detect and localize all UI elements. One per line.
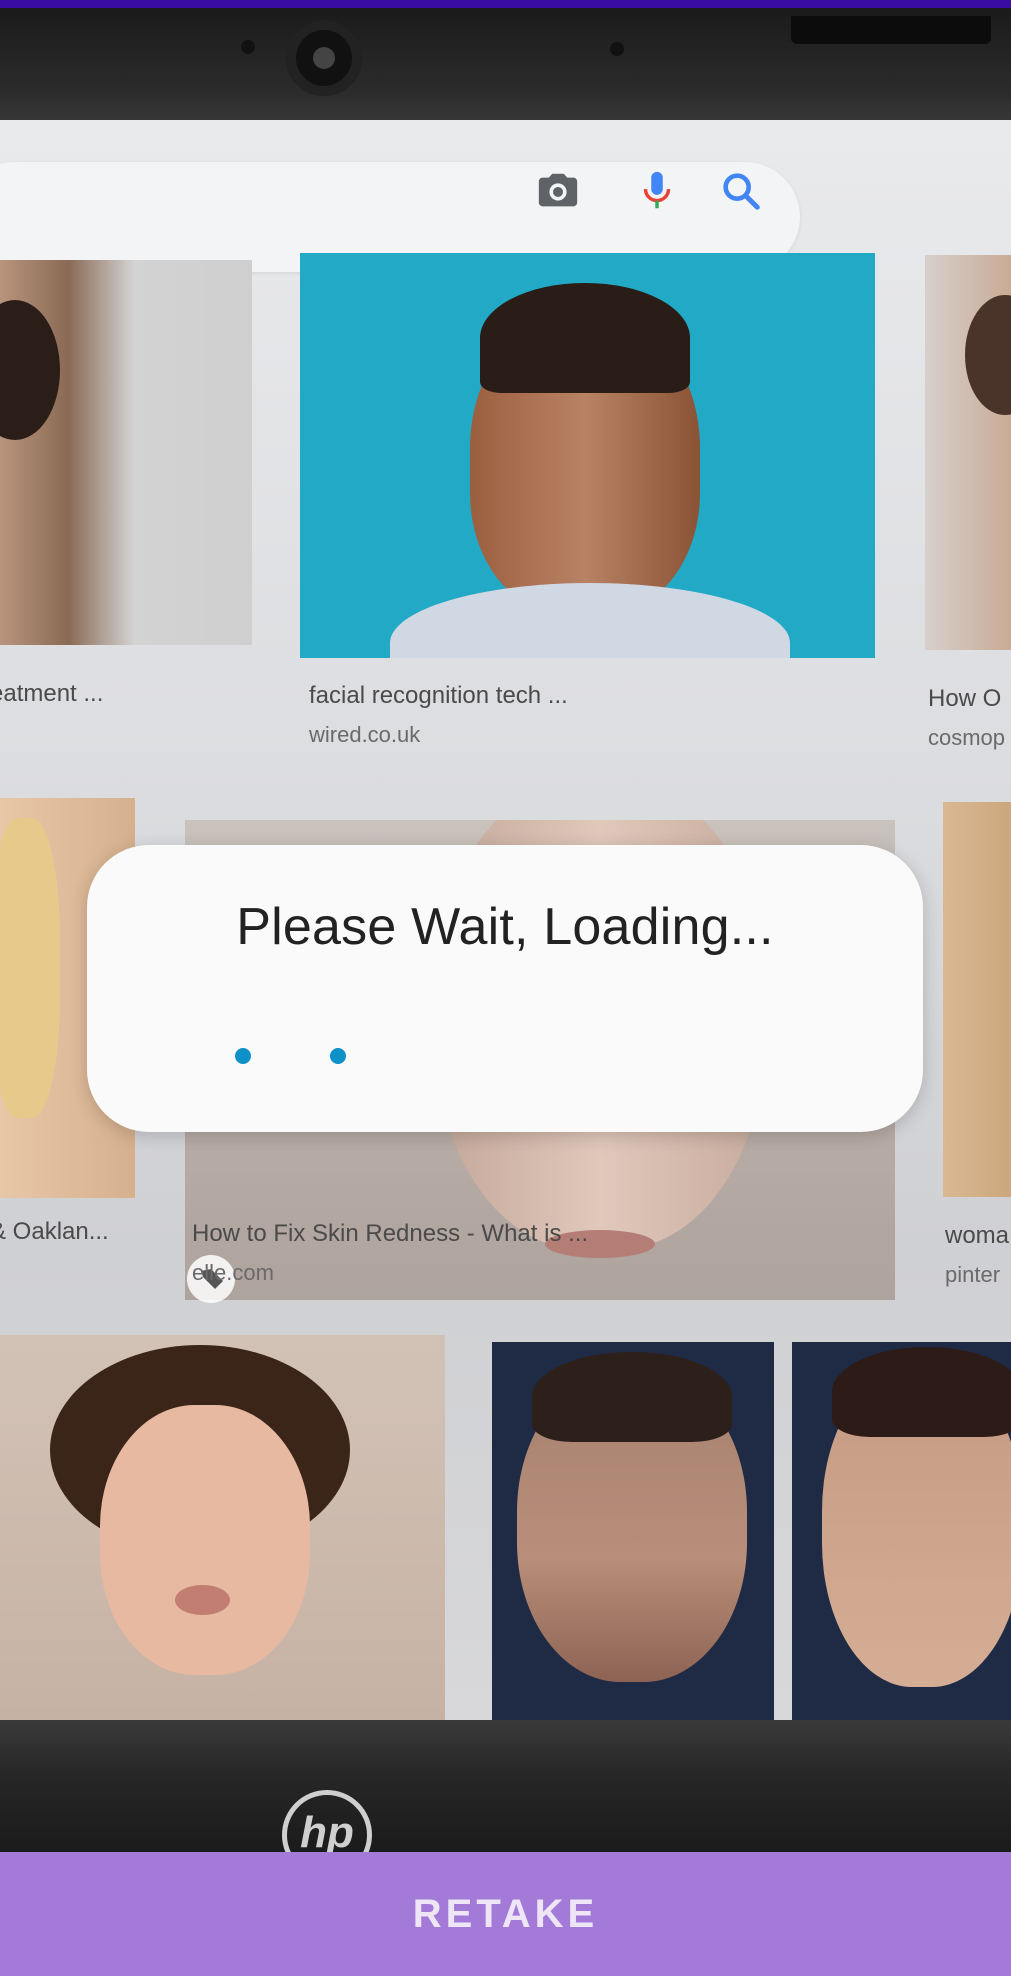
retake-button[interactable]: RETAKE bbox=[0, 1852, 1011, 1976]
status-bar bbox=[0, 0, 1011, 8]
result-caption: & Oaklan... bbox=[0, 1218, 109, 1245]
result-thumbnail bbox=[792, 1342, 1011, 1722]
camera-capture-screen: eatment ... facial recognition tech ... … bbox=[0, 0, 1011, 1976]
result-thumbnail bbox=[943, 802, 1011, 1197]
result-source: wired.co.uk bbox=[309, 722, 421, 747]
laptop-bezel-bottom bbox=[0, 1720, 1011, 1860]
result-thumbnail bbox=[0, 1335, 445, 1725]
loading-indicator-dot bbox=[330, 1048, 346, 1064]
webcam-lens bbox=[286, 20, 362, 96]
result-thumbnail bbox=[925, 255, 1011, 650]
result-caption: eatment ... bbox=[0, 680, 104, 707]
camera-icon bbox=[538, 173, 578, 207]
loading-message: Please Wait, Loading... bbox=[236, 898, 774, 956]
laptop-bezel-top bbox=[0, 8, 1011, 128]
result-thumbnail bbox=[0, 260, 252, 645]
loading-indicator-dot bbox=[235, 1048, 251, 1064]
result-caption: How O bbox=[928, 685, 1002, 712]
result-caption: facial recognition tech ... bbox=[309, 682, 568, 709]
webcam-sensor-dot bbox=[241, 40, 255, 54]
mic-icon bbox=[643, 171, 671, 209]
bezel-corner bbox=[791, 16, 991, 44]
result-source: pinter bbox=[945, 1262, 1001, 1287]
result-source: elle.com bbox=[192, 1260, 274, 1285]
result-thumbnail bbox=[492, 1342, 774, 1722]
search-icon bbox=[723, 173, 760, 210]
result-caption: How to Fix Skin Redness - What is ... bbox=[192, 1220, 589, 1247]
result-thumbnail bbox=[300, 253, 875, 658]
result-caption: woma bbox=[945, 1222, 1010, 1249]
loading-dialog: Please Wait, Loading... bbox=[87, 845, 923, 1132]
result-source: cosmop bbox=[928, 725, 1006, 750]
webcam-sensor-dot bbox=[610, 42, 624, 56]
